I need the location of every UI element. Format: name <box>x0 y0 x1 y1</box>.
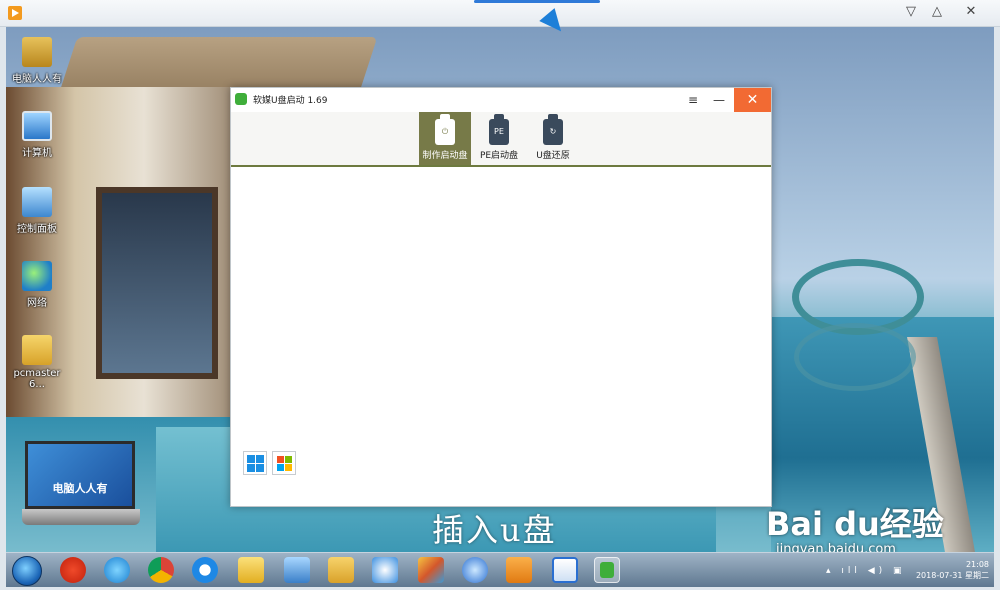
desktop-icon-label: 计算机 <box>22 148 52 159</box>
usb-pe-icon: PE <box>489 114 509 145</box>
tab-pe-boot-disk[interactable]: PE PE启动盘 <box>473 112 525 165</box>
tab-label: U盘还原 <box>536 151 570 161</box>
desktop-icon-user[interactable]: 电脑人人有 <box>6 37 68 85</box>
taskbar-ie-icon[interactable] <box>104 557 130 583</box>
taskbar-settings-icon[interactable] <box>372 557 398 583</box>
taskbar-browser-icon[interactable] <box>192 557 218 583</box>
tab-make-boot-disk[interactable]: ⏻ 制作启动盘 <box>419 112 471 165</box>
clock[interactable]: 21:08 2018-07-31 星期二 <box>916 559 989 581</box>
taskbar-paint-icon[interactable] <box>418 557 444 583</box>
laptop-screen: 电脑人人有 <box>25 441 135 509</box>
clock-time: 21:08 <box>965 560 989 569</box>
laptop-logo: 电脑人人有 <box>22 441 140 535</box>
taskbar-panel-icon[interactable] <box>284 557 310 583</box>
baidu-watermark-logo: Bai du经验 <box>766 505 944 543</box>
taskbar-app-1[interactable] <box>60 557 86 583</box>
taskbar-notes-icon[interactable] <box>238 557 264 583</box>
taskbar-usb-boot-app[interactable] <box>594 557 620 583</box>
desktop-icon-label: 控制面板 <box>17 224 57 235</box>
desktop-icon-computer[interactable]: 计算机 <box>6 111 68 159</box>
baidu-watermark-url: jingyan.baidu.com <box>776 542 896 552</box>
app-title: 软媒U盘启动 1.69 <box>253 96 328 106</box>
dropdown-icon[interactable]: ▽ <box>900 2 922 22</box>
collapse-icon[interactable]: △ <box>926 2 948 22</box>
desktop-icon-network[interactable]: 网络 <box>6 261 68 309</box>
start-button[interactable] <box>12 556 42 586</box>
player-app-icon <box>8 6 22 20</box>
usb-restore-icon: ↻ <box>543 114 563 145</box>
desktop-icon-label: 网络 <box>27 298 47 309</box>
tab-label: PE启动盘 <box>479 151 519 161</box>
desktop-icon-control-panel[interactable]: 控制面板 <box>6 187 68 235</box>
folder-icon <box>22 335 52 365</box>
close-button[interactable]: ✕ <box>734 88 771 112</box>
tray-icons[interactable]: ▴ ıll ◀) ▣ <box>826 566 906 576</box>
computer-icon <box>22 111 52 141</box>
desktop-icon-pcmaster[interactable]: pcmaster 6... <box>6 335 68 390</box>
overlay-caption: 插入u盘 <box>432 511 557 549</box>
taskbar: ▴ ıll ◀) ▣ 21:08 2018-07-31 星期二 <box>6 552 994 587</box>
tab-usb-restore[interactable]: ↻ U盘还原 <box>527 112 579 165</box>
desktop-icon-label: pcmaster 6... <box>13 368 61 390</box>
app-titlebar[interactable]: 软媒U盘启动 1.69 ≡ — ✕ <box>231 88 771 112</box>
control-panel-icon <box>22 187 52 217</box>
usb-power-icon: ⏻ <box>435 114 455 145</box>
tab-label: 制作启动盘 <box>422 151 468 161</box>
wallpaper-doorway <box>96 187 218 379</box>
network-globe-icon <box>22 261 52 291</box>
outer-titlebar: ▽ △ ✕ <box>0 0 1000 27</box>
clock-date: 2018-07-31 星期二 <box>915 571 989 580</box>
wallpaper-ring-reflection <box>794 323 916 391</box>
windows10-icon[interactable] <box>243 451 267 475</box>
app-logo-icon <box>235 93 247 105</box>
user-folder-icon <box>22 37 52 67</box>
outer-close-button[interactable]: ✕ <box>960 2 982 22</box>
taskbar-app-12[interactable] <box>552 557 578 583</box>
usb-app-icon <box>600 562 614 578</box>
menu-button[interactable]: ≡ <box>683 90 703 110</box>
taskbar-folder-icon[interactable] <box>328 557 354 583</box>
minimize-button[interactable]: — <box>709 90 729 110</box>
system-tray: ▴ ıll ◀) ▣ 21:08 2018-07-31 星期二 <box>826 555 991 585</box>
desktop-icon-label: 电脑人人有 <box>12 74 62 85</box>
top-progress-bar <box>474 0 600 3</box>
usb-boot-app-window: 软媒U盘启动 1.69 ≡ — ✕ ⏻ 制作启动盘 PE PE启动盘 ↻ U盘还… <box>230 87 772 507</box>
app-toolbar: ⏻ 制作启动盘 PE PE启动盘 ↻ U盘还原 <box>231 112 771 167</box>
taskbar-chrome-icon[interactable] <box>148 557 174 583</box>
taskbar-app-10[interactable] <box>462 557 488 583</box>
taskbar-video-icon[interactable] <box>506 557 532 583</box>
laptop-base <box>22 509 140 525</box>
windows7-icon[interactable] <box>272 451 296 475</box>
